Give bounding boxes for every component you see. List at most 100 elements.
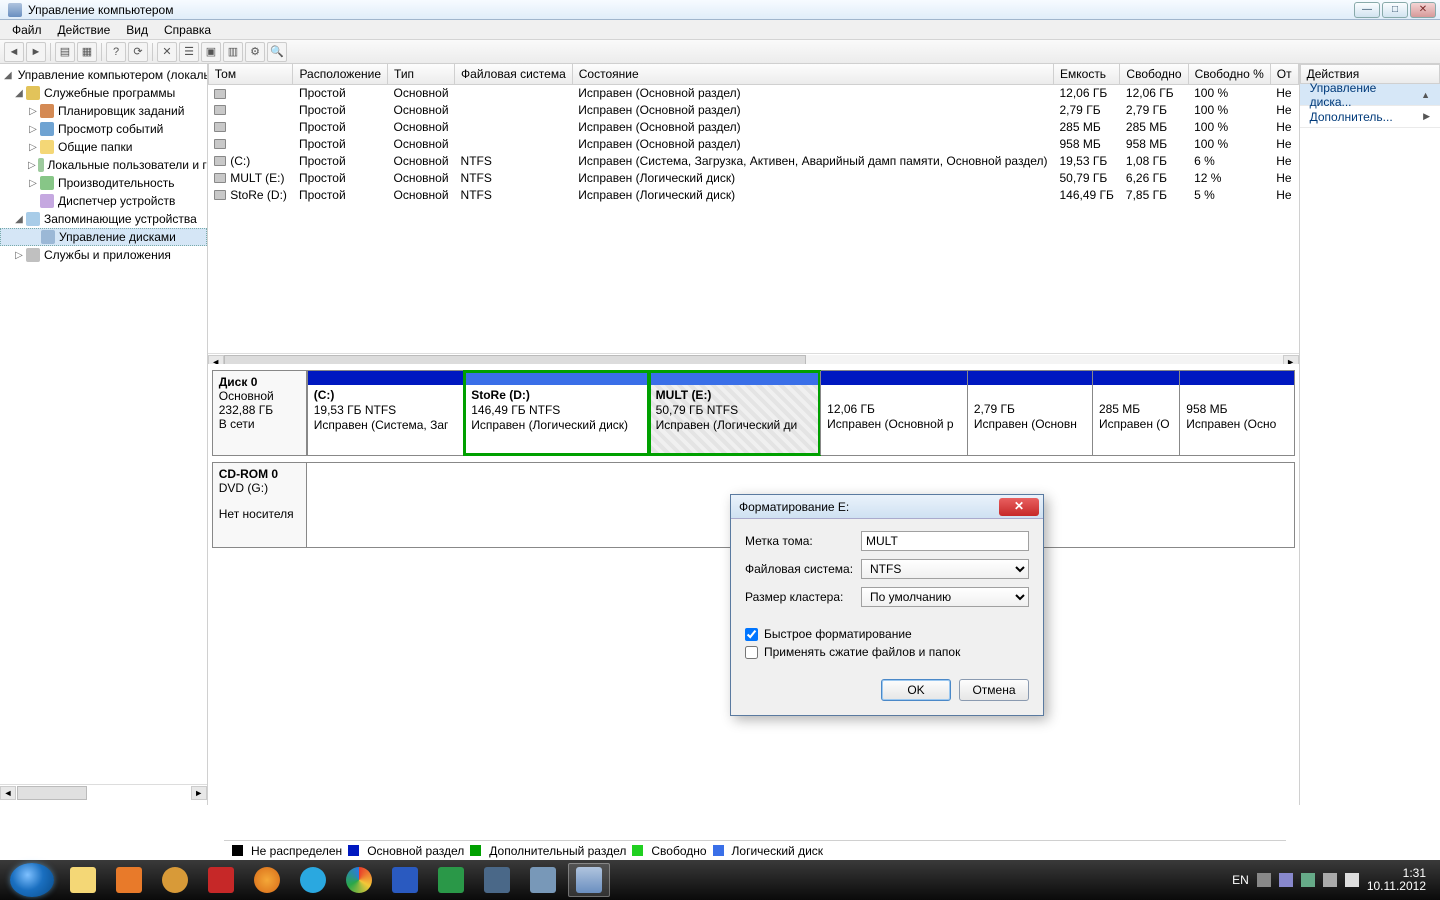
taskbar-firefox[interactable] bbox=[246, 863, 288, 897]
format-dialog: Форматирование E: ✕ Метка тома: Файловая… bbox=[730, 494, 1044, 716]
partition-e[interactable]: MULT (E:)50,79 ГБ NTFSИсправен (Логическ… bbox=[649, 371, 821, 455]
search-button[interactable]: 🔍 bbox=[267, 42, 287, 62]
tree-root[interactable]: ◢Управление компьютером (локаль bbox=[0, 66, 207, 84]
ok-button[interactable]: OK bbox=[881, 679, 951, 701]
volume-row[interactable]: ПростойОсновнойИсправен (Основной раздел… bbox=[208, 135, 1298, 152]
network-icon[interactable] bbox=[1301, 873, 1315, 887]
select-cluster-size[interactable]: По умолчанию bbox=[861, 587, 1029, 607]
volume-icon[interactable] bbox=[1323, 873, 1337, 887]
dialog-titlebar[interactable]: Форматирование E: ✕ bbox=[731, 495, 1043, 519]
console-tree[interactable]: ◢Управление компьютером (локаль ◢Служебн… bbox=[0, 64, 208, 805]
col-freepct[interactable]: Свободно % bbox=[1188, 64, 1270, 84]
col-fault[interactable]: От bbox=[1270, 64, 1298, 84]
actions-link-more[interactable]: Дополнитель...▶ bbox=[1300, 106, 1440, 128]
taskbar-filezilla[interactable] bbox=[200, 863, 242, 897]
tree-storage[interactable]: ◢Запоминающие устройства bbox=[0, 210, 207, 228]
partition-p1[interactable]: 12,06 ГБИсправен (Основной р bbox=[820, 371, 967, 455]
col-volume[interactable]: Том bbox=[208, 64, 293, 84]
label-compress: Применять сжатие файлов и папок bbox=[764, 645, 960, 659]
close-button[interactable]: ✕ bbox=[1410, 2, 1436, 18]
start-button[interactable] bbox=[10, 863, 54, 897]
cancel-button[interactable]: Отмена bbox=[959, 679, 1029, 701]
col-status[interactable]: Состояние bbox=[572, 64, 1053, 84]
tray-icon[interactable] bbox=[1257, 873, 1271, 887]
label-quick-format: Быстрое форматирование bbox=[764, 627, 912, 641]
taskbar-mgmt[interactable] bbox=[568, 863, 610, 897]
taskbar-media[interactable] bbox=[108, 863, 150, 897]
back-button[interactable]: ◄ bbox=[4, 42, 24, 62]
list-scrollbar[interactable]: ◄► bbox=[208, 353, 1299, 364]
taskbar-excel[interactable] bbox=[430, 863, 472, 897]
tree-disk-management[interactable]: Управление дисками bbox=[0, 228, 207, 246]
flag-icon[interactable] bbox=[1279, 873, 1293, 887]
partition-d[interactable]: StoRe (D:)146,49 ГБ NTFSИсправен (Логиче… bbox=[464, 371, 648, 455]
clock[interactable]: 1:3110.11.2012 bbox=[1367, 867, 1426, 893]
lang-indicator[interactable]: EN bbox=[1232, 873, 1249, 887]
taskbar-word[interactable] bbox=[384, 863, 426, 897]
volume-row[interactable]: ПростойОсновнойИсправен (Основной раздел… bbox=[208, 101, 1298, 118]
volume-row[interactable]: StoRe (D:)ПростойОсновнойNTFSИсправен (Л… bbox=[208, 186, 1298, 203]
taskbar-explorer[interactable] bbox=[62, 863, 104, 897]
show-hide-tree-button[interactable]: ▤ bbox=[55, 42, 75, 62]
delete-button[interactable]: ✕ bbox=[157, 42, 177, 62]
actions-pane: Действия Управление диска...▲ Дополнител… bbox=[1300, 64, 1440, 805]
volume-row[interactable]: MULT (E:)ПростойОсновнойNTFSИсправен (Ло… bbox=[208, 169, 1298, 186]
col-free[interactable]: Свободно bbox=[1120, 64, 1188, 84]
system-tray[interactable]: EN 1:3110.11.2012 bbox=[1232, 867, 1436, 893]
volume-list[interactable]: Том Расположение Тип Файловая система Со… bbox=[208, 64, 1299, 364]
tree-local-users[interactable]: ▷Локальные пользователи и г bbox=[0, 156, 207, 174]
tree-performance[interactable]: ▷Производительность bbox=[0, 174, 207, 192]
taskbar[interactable]: EN 1:3110.11.2012 bbox=[0, 860, 1440, 900]
partition-p3[interactable]: 285 МБИсправен (О bbox=[1092, 371, 1179, 455]
checkbox-quick-format[interactable] bbox=[745, 628, 758, 641]
partition-p2[interactable]: 2,79 ГБИсправен (Основн bbox=[967, 371, 1092, 455]
col-fs[interactable]: Файловая система bbox=[455, 64, 573, 84]
list-button[interactable]: ☰ bbox=[179, 42, 199, 62]
dialog-close-button[interactable]: ✕ bbox=[999, 498, 1039, 516]
toolbar: ◄ ► ▤ ▦ ? ⟳ ✕ ☰ ▣ ▥ ⚙ 🔍 bbox=[0, 40, 1440, 64]
taskbar-app1[interactable] bbox=[476, 863, 518, 897]
window-title: Управление компьютером bbox=[28, 3, 1354, 17]
maximize-button[interactable]: □ bbox=[1382, 2, 1408, 18]
taskbar-chrome[interactable] bbox=[338, 863, 380, 897]
col-type[interactable]: Тип bbox=[388, 64, 455, 84]
help2-button[interactable]: ? bbox=[106, 42, 126, 62]
taskbar-skype[interactable] bbox=[292, 863, 334, 897]
forward-button[interactable]: ► bbox=[26, 42, 46, 62]
action-center-icon[interactable] bbox=[1345, 873, 1359, 887]
volume-row[interactable]: (C:)ПростойОсновнойNTFSИсправен (Система… bbox=[208, 152, 1298, 169]
menu-file[interactable]: Файл bbox=[4, 21, 50, 39]
partition-c[interactable]: (C:)19,53 ГБ NTFSИсправен (Система, Заг bbox=[307, 371, 464, 455]
partition-p4[interactable]: 958 МБИсправен (Осно bbox=[1179, 371, 1293, 455]
tree-task-scheduler[interactable]: ▷Планировщик заданий bbox=[0, 102, 207, 120]
grid-bottom-button[interactable]: ▥ bbox=[223, 42, 243, 62]
grid-top-button[interactable]: ▣ bbox=[201, 42, 221, 62]
disk0-row[interactable]: Диск 0 Основной 232,88 ГБ В сети (C:)19,… bbox=[212, 370, 1295, 456]
taskbar-app2[interactable] bbox=[522, 863, 564, 897]
actions-link-diskmgmt[interactable]: Управление диска...▲ bbox=[1300, 84, 1440, 106]
disk0-header[interactable]: Диск 0 Основной 232,88 ГБ В сети bbox=[213, 371, 307, 455]
menu-view[interactable]: Вид bbox=[118, 21, 156, 39]
checkbox-compress[interactable] bbox=[745, 646, 758, 659]
tree-scrollbar[interactable]: ◄► bbox=[0, 784, 207, 800]
label-cluster: Размер кластера: bbox=[745, 590, 861, 604]
tree-system-tools[interactable]: ◢Служебные программы bbox=[0, 84, 207, 102]
tree-shared-folders[interactable]: ▷Общие папки bbox=[0, 138, 207, 156]
input-volume-label[interactable] bbox=[861, 531, 1029, 551]
col-capacity[interactable]: Емкость bbox=[1054, 64, 1120, 84]
minimize-button[interactable]: — bbox=[1354, 2, 1380, 18]
menu-help[interactable]: Справка bbox=[156, 21, 219, 39]
cdrom-header[interactable]: CD-ROM 0 DVD (G:) Нет носителя bbox=[213, 463, 307, 547]
volume-row[interactable]: ПростойОсновнойИсправен (Основной раздел… bbox=[208, 84, 1298, 101]
tree-services-apps[interactable]: ▷Службы и приложения bbox=[0, 246, 207, 264]
settings-button[interactable]: ⚙ bbox=[245, 42, 265, 62]
col-layout[interactable]: Расположение bbox=[293, 64, 388, 84]
taskbar-aimp[interactable] bbox=[154, 863, 196, 897]
properties-button[interactable]: ▦ bbox=[77, 42, 97, 62]
menu-action[interactable]: Действие bbox=[50, 21, 119, 39]
tree-event-viewer[interactable]: ▷Просмотр событий bbox=[0, 120, 207, 138]
select-filesystem[interactable]: NTFS bbox=[861, 559, 1029, 579]
tree-device-manager[interactable]: Диспетчер устройств bbox=[0, 192, 207, 210]
volume-row[interactable]: ПростойОсновнойИсправен (Основной раздел… bbox=[208, 118, 1298, 135]
refresh-button[interactable]: ⟳ bbox=[128, 42, 148, 62]
